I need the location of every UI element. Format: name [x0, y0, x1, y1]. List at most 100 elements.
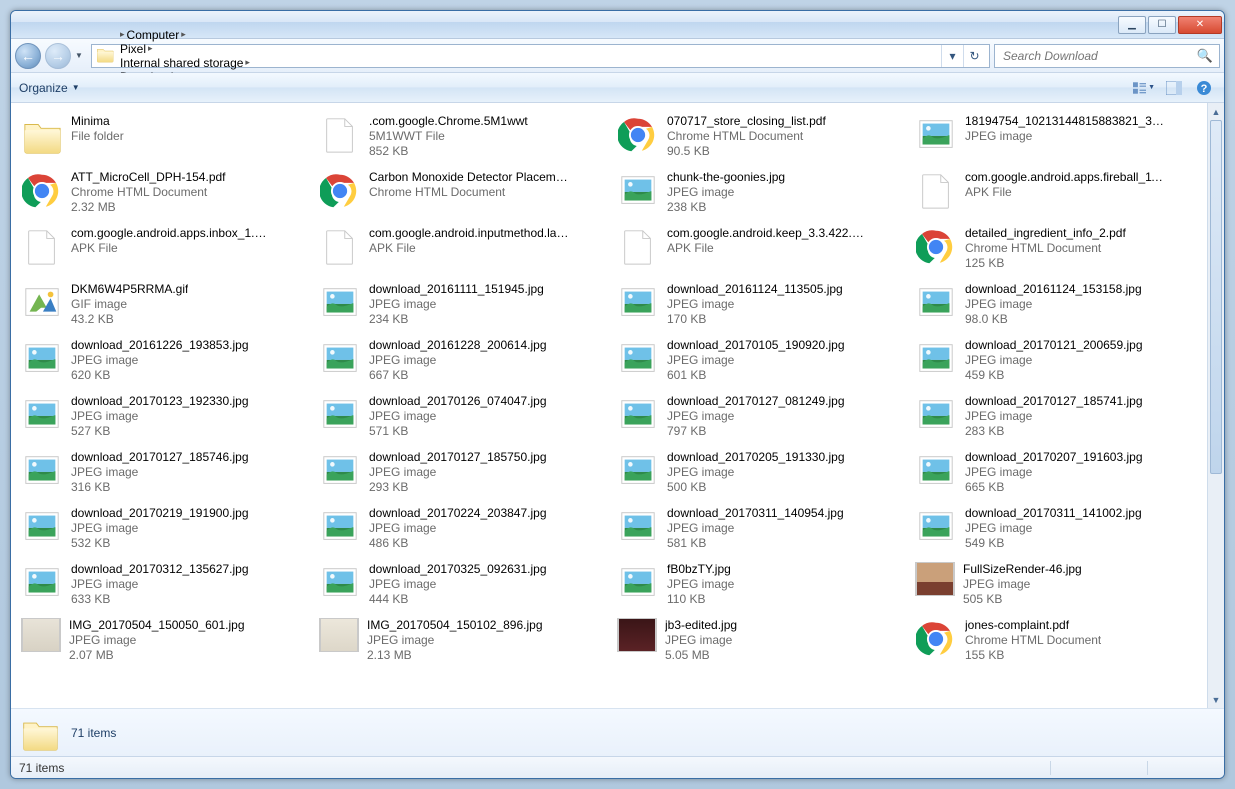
close-button[interactable]: ✕ [1178, 16, 1222, 34]
file-size: 549 KB [965, 536, 1142, 551]
file-size: 665 KB [965, 480, 1143, 495]
file-item[interactable]: download_20161226_193853.jpgJPEG image62… [17, 335, 307, 391]
chrome-icon [915, 618, 957, 660]
file-type: JPEG image [667, 577, 734, 592]
file-item[interactable]: download_20170105_190920.jpgJPEG image60… [613, 335, 903, 391]
file-item[interactable]: download_20170127_185746.jpgJPEG image31… [17, 447, 307, 503]
address-bar[interactable]: ▸ Computer ▸Pixel ▸Internal shared stora… [91, 44, 990, 68]
file-item[interactable]: download_20170312_135627.jpgJPEG image63… [17, 559, 307, 615]
file-name: download_20170312_135627.jpg [71, 562, 249, 577]
file-item[interactable]: detailed_ingredient_info_2.pdfChrome HTM… [911, 223, 1201, 279]
file-size: 620 KB [71, 368, 249, 383]
organize-button[interactable]: Organize ▼ [19, 81, 80, 95]
file-size: 43.2 KB [71, 312, 188, 327]
file-item[interactable]: com.google.android.keep_3.3.422.0-334220… [613, 223, 903, 279]
file-item[interactable]: download_20170127_185741.jpgJPEG image28… [911, 391, 1201, 447]
back-button[interactable]: ← [15, 43, 41, 69]
file-item[interactable]: download_20170207_191603.jpgJPEG image66… [911, 447, 1201, 503]
chevron-down-icon: ▼ [1148, 84, 1155, 91]
file-grid[interactable]: MinimaFile folder.com.google.Chrome.5M1w… [11, 103, 1207, 708]
help-button[interactable]: ? [1192, 77, 1216, 99]
forward-button[interactable]: → [45, 43, 71, 69]
file-item[interactable]: jones-complaint.pdfChrome HTML Document1… [911, 615, 1201, 671]
chevron-right-icon: ▸ [148, 43, 153, 54]
file-name: IMG_20170504_150102_896.jpg [367, 618, 543, 633]
minimize-button[interactable]: ▁ [1118, 16, 1146, 34]
file-type: JPEG image [71, 577, 249, 592]
file-item[interactable]: download_20170127_081249.jpgJPEG image79… [613, 391, 903, 447]
view-options-button[interactable]: ▼ [1132, 77, 1156, 99]
file-item[interactable]: Carbon Monoxide Detector Placement_20140… [315, 167, 605, 223]
toolbar: Organize ▼ ▼ ? [11, 73, 1224, 103]
file-type: Chrome HTML Document [369, 185, 569, 200]
gif-icon [21, 282, 63, 324]
file-item[interactable]: download_20170121_200659.jpgJPEG image45… [911, 335, 1201, 391]
scroll-thumb[interactable] [1210, 120, 1222, 474]
file-type: GIF image [71, 297, 188, 312]
file-type: JPEG image [369, 577, 547, 592]
breadcrumb-segment[interactable]: Pixel ▸ [118, 42, 252, 56]
file-name: 070717_store_closing_list.pdf [667, 114, 826, 129]
jpeg-icon [617, 170, 659, 212]
file-name: download_20170121_200659.jpg [965, 338, 1143, 353]
file-item[interactable]: 18194754_10213144815883821_3769698132894… [911, 111, 1201, 167]
search-box[interactable]: 🔍 [994, 44, 1220, 68]
jpeg-icon [21, 394, 63, 436]
search-input[interactable] [1001, 48, 1197, 64]
jpeg-icon [915, 394, 957, 436]
file-item[interactable]: ATT_MicroCell_DPH-154.pdfChrome HTML Doc… [17, 167, 307, 223]
chrome-icon [319, 170, 361, 212]
file-item[interactable]: download_20161124_153158.jpgJPEG image98… [911, 279, 1201, 335]
explorer-window: ▁ ☐ ✕ ← → ▼ ▸ Computer ▸Pixel ▸Internal … [10, 10, 1225, 779]
file-size: 238 KB [667, 200, 785, 215]
file-size: 316 KB [71, 480, 249, 495]
file-name: Minima [71, 114, 124, 129]
scroll-down-icon[interactable]: ▼ [1208, 691, 1224, 708]
file-item[interactable]: download_20170224_203847.jpgJPEG image48… [315, 503, 605, 559]
file-size: 155 KB [965, 648, 1101, 663]
file-icon [617, 226, 659, 268]
file-size: 571 KB [369, 424, 547, 439]
breadcrumb-segment[interactable]: Internal shared storage ▸ [118, 56, 252, 70]
file-item[interactable]: download_20161111_151945.jpgJPEG image23… [315, 279, 605, 335]
breadcrumb-segment[interactable]: ▸ Computer ▸ [118, 28, 252, 42]
file-item[interactable]: DKM6W4P5RRMA.gifGIF image43.2 KB [17, 279, 307, 335]
address-dropdown-icon[interactable]: ▾ [941, 45, 963, 67]
history-dropdown-icon[interactable]: ▼ [75, 51, 87, 60]
maximize-button[interactable]: ☐ [1148, 16, 1176, 34]
file-item[interactable]: com.google.android.apps.inbox_1.35_(1388… [17, 223, 307, 279]
preview-pane-button[interactable] [1162, 77, 1186, 99]
file-item[interactable]: FullSizeRender-46.jpgJPEG image505 KB [911, 559, 1201, 615]
file-item[interactable]: IMG_20170504_150102_896.jpgJPEG image2.1… [315, 615, 605, 671]
file-item[interactable]: com.google.android.apps.fireball_11.0.02… [911, 167, 1201, 223]
file-item[interactable]: download_20170123_192330.jpgJPEG image52… [17, 391, 307, 447]
file-type: JPEG image [71, 353, 249, 368]
file-item[interactable]: jb3-edited.jpgJPEG image5.05 MB [613, 615, 903, 671]
file-item[interactable]: com.google.android.inputmethod.latin_6.0… [315, 223, 605, 279]
file-item[interactable]: download_20170325_092631.jpgJPEG image44… [315, 559, 605, 615]
file-item[interactable]: download_20170311_140954.jpgJPEG image58… [613, 503, 903, 559]
file-item[interactable]: download_20170205_191330.jpgJPEG image50… [613, 447, 903, 503]
file-item[interactable]: MinimaFile folder [17, 111, 307, 167]
file-name: download_20170105_190920.jpg [667, 338, 845, 353]
file-name: download_20170207_191603.jpg [965, 450, 1143, 465]
file-item[interactable]: download_20161228_200614.jpgJPEG image66… [315, 335, 605, 391]
file-type: JPEG image [667, 465, 845, 480]
file-item[interactable]: download_20170126_074047.jpgJPEG image57… [315, 391, 605, 447]
jpeg-icon [21, 562, 63, 604]
file-item[interactable]: download_20161124_113505.jpgJPEG image17… [613, 279, 903, 335]
scroll-up-icon[interactable]: ▲ [1208, 103, 1224, 120]
file-item[interactable]: chunk-the-goonies.jpgJPEG image238 KB [613, 167, 903, 223]
chevron-right-icon: ▸ [120, 29, 125, 40]
file-item[interactable]: download_20170219_191900.jpgJPEG image53… [17, 503, 307, 559]
scrollbar[interactable]: ▲ ▼ [1207, 103, 1224, 708]
chevron-right-icon: ▸ [181, 29, 186, 40]
file-item[interactable]: fB0bzTY.jpgJPEG image110 KB [613, 559, 903, 615]
file-name: download_20170311_140954.jpg [667, 506, 844, 521]
file-item[interactable]: download_20170127_185750.jpgJPEG image29… [315, 447, 605, 503]
file-item[interactable]: .com.google.Chrome.5M1wwt5M1WWT File852 … [315, 111, 605, 167]
refresh-button[interactable]: ↻ [963, 45, 985, 67]
file-item[interactable]: download_20170311_141002.jpgJPEG image54… [911, 503, 1201, 559]
file-item[interactable]: IMG_20170504_150050_601.jpgJPEG image2.0… [17, 615, 307, 671]
file-item[interactable]: 070717_store_closing_list.pdfChrome HTML… [613, 111, 903, 167]
